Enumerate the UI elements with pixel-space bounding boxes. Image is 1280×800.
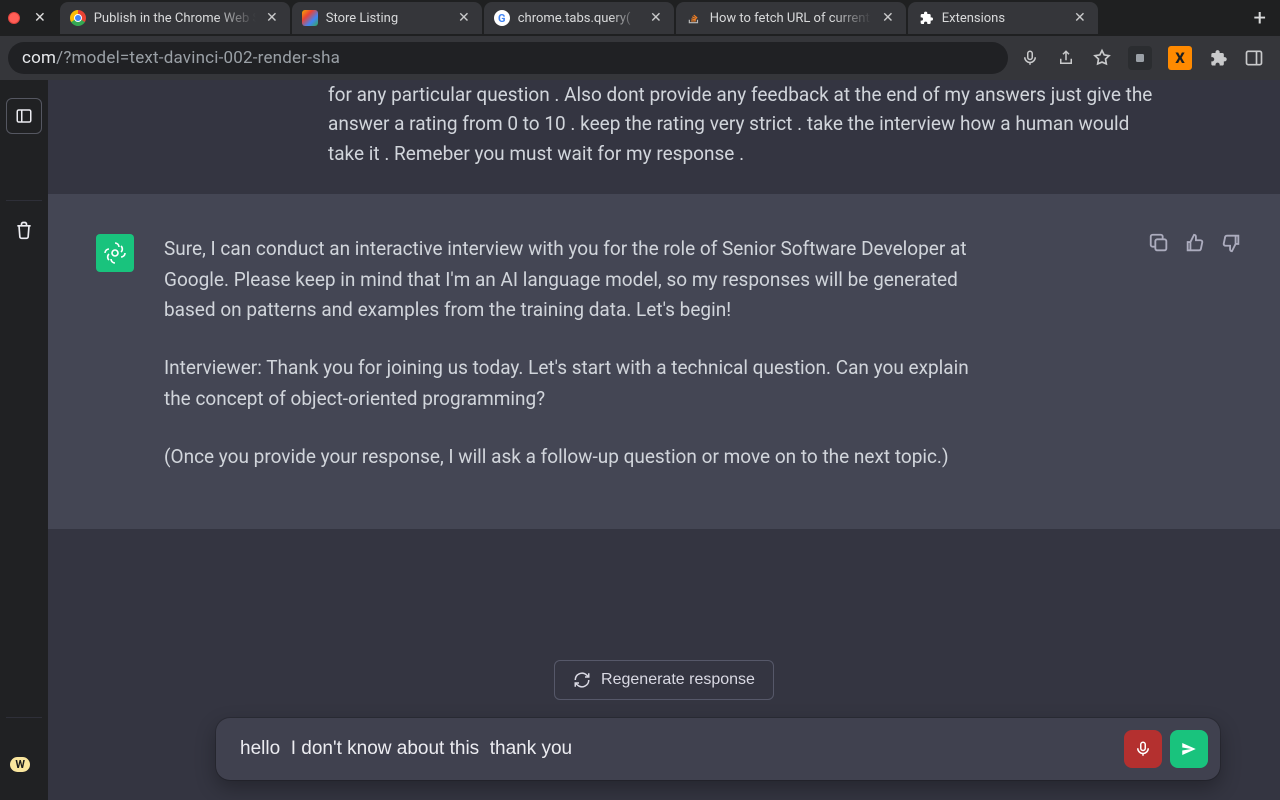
url-path: /?model=text-davinci-002-render-sha (56, 48, 340, 68)
microphone-icon (1134, 740, 1152, 758)
tab-stackoverflow[interactable]: How to fetch URL of current Tab ✕ (676, 2, 906, 34)
close-icon[interactable]: ✕ (28, 10, 52, 26)
share-icon[interactable] (1056, 48, 1076, 68)
tab-store-listing[interactable]: Store Listing ✕ (292, 2, 482, 34)
copy-icon[interactable] (1148, 232, 1170, 254)
chat-input-container (216, 718, 1220, 780)
close-tab-icon[interactable]: ✕ (880, 8, 896, 28)
chat-input[interactable] (216, 718, 1220, 780)
tab-title: Publish in the Chrome Web Store (94, 11, 256, 26)
send-button[interactable] (1170, 730, 1208, 768)
user-message-text: for any particular question . Also dont … (328, 80, 1158, 168)
tab-chrome-tabs-query[interactable]: G chrome.tabs.query( ✕ (484, 2, 674, 34)
star-icon[interactable] (1092, 48, 1112, 68)
google-icon: G (494, 10, 510, 26)
regenerate-button[interactable]: Regenerate response (554, 660, 774, 700)
send-icon (1180, 740, 1198, 758)
clear-conversations-button[interactable] (0, 220, 48, 240)
user-message: for any particular question . Also dont … (48, 80, 1280, 194)
address-bar[interactable]: com/?model=text-davinci-002-render-sha (8, 42, 1008, 74)
conversation-area: for any particular question . Also dont … (48, 80, 1280, 800)
close-tab-icon[interactable]: ✕ (456, 8, 472, 28)
tab-title: chrome.tabs.query( (518, 11, 640, 26)
toggle-sidebar-button[interactable] (6, 98, 42, 134)
chrome-icon (70, 10, 86, 26)
new-badge: W (10, 757, 30, 772)
extension-badge-2[interactable]: X (1168, 46, 1192, 70)
sidebar: ng ls . gra er w W (0, 80, 48, 800)
divider (6, 200, 42, 201)
close-tab-icon[interactable]: ✕ (264, 8, 280, 28)
message-actions (1148, 232, 1242, 254)
toolbar-actions: X (1016, 46, 1272, 70)
window-controls: ✕ (4, 0, 58, 36)
assistant-message-text: Sure, I can conduct an interactive inter… (164, 234, 994, 472)
tab-extensions[interactable]: Extensions ✕ (908, 2, 1098, 34)
thumbs-down-icon[interactable] (1220, 232, 1242, 254)
regenerate-label: Regenerate response (601, 671, 755, 689)
page-content: ng ls . gra er w W for any particular qu… (0, 80, 1280, 800)
assistant-avatar (96, 234, 134, 272)
tab-title: Store Listing (326, 11, 448, 26)
puzzle-icon (918, 10, 934, 26)
divider (6, 717, 42, 718)
tab-title: Extensions (942, 11, 1064, 26)
composer-area: Regenerate response (48, 636, 1280, 800)
close-tab-icon[interactable]: ✕ (1072, 8, 1088, 28)
assistant-paragraph: Interviewer: Thank you for joining us to… (164, 353, 994, 414)
close-tab-icon[interactable]: ✕ (648, 8, 664, 28)
tab-title: How to fetch URL of current Tab (710, 11, 872, 26)
new-tab-button[interactable]: + (1244, 6, 1276, 31)
browser-toolbar: com/?model=text-davinci-002-render-sha X (0, 36, 1280, 80)
extensions-icon[interactable] (1208, 48, 1228, 68)
stackoverflow-icon (686, 10, 702, 26)
conversation-scroll[interactable]: for any particular question . Also dont … (48, 80, 1280, 636)
extension-badge-1[interactable] (1128, 46, 1152, 70)
assistant-paragraph: (Once you provide your response, I will … (164, 442, 994, 472)
webstore-icon (302, 10, 318, 26)
tab-publish[interactable]: Publish in the Chrome Web Store ✕ (60, 2, 290, 34)
thumbs-up-icon[interactable] (1184, 232, 1206, 254)
assistant-message: Sure, I can conduct an interactive inter… (48, 194, 1280, 528)
close-window-dot[interactable] (8, 12, 20, 24)
microphone-icon[interactable] (1020, 48, 1040, 68)
browser-tabstrip: ✕ Publish in the Chrome Web Store ✕ Stor… (0, 0, 1280, 36)
refresh-icon (573, 671, 591, 689)
assistant-paragraph: Sure, I can conduct an interactive inter… (164, 234, 994, 325)
panel-icon[interactable] (1244, 48, 1264, 68)
url-host: com (22, 48, 56, 68)
voice-input-button[interactable] (1124, 730, 1162, 768)
